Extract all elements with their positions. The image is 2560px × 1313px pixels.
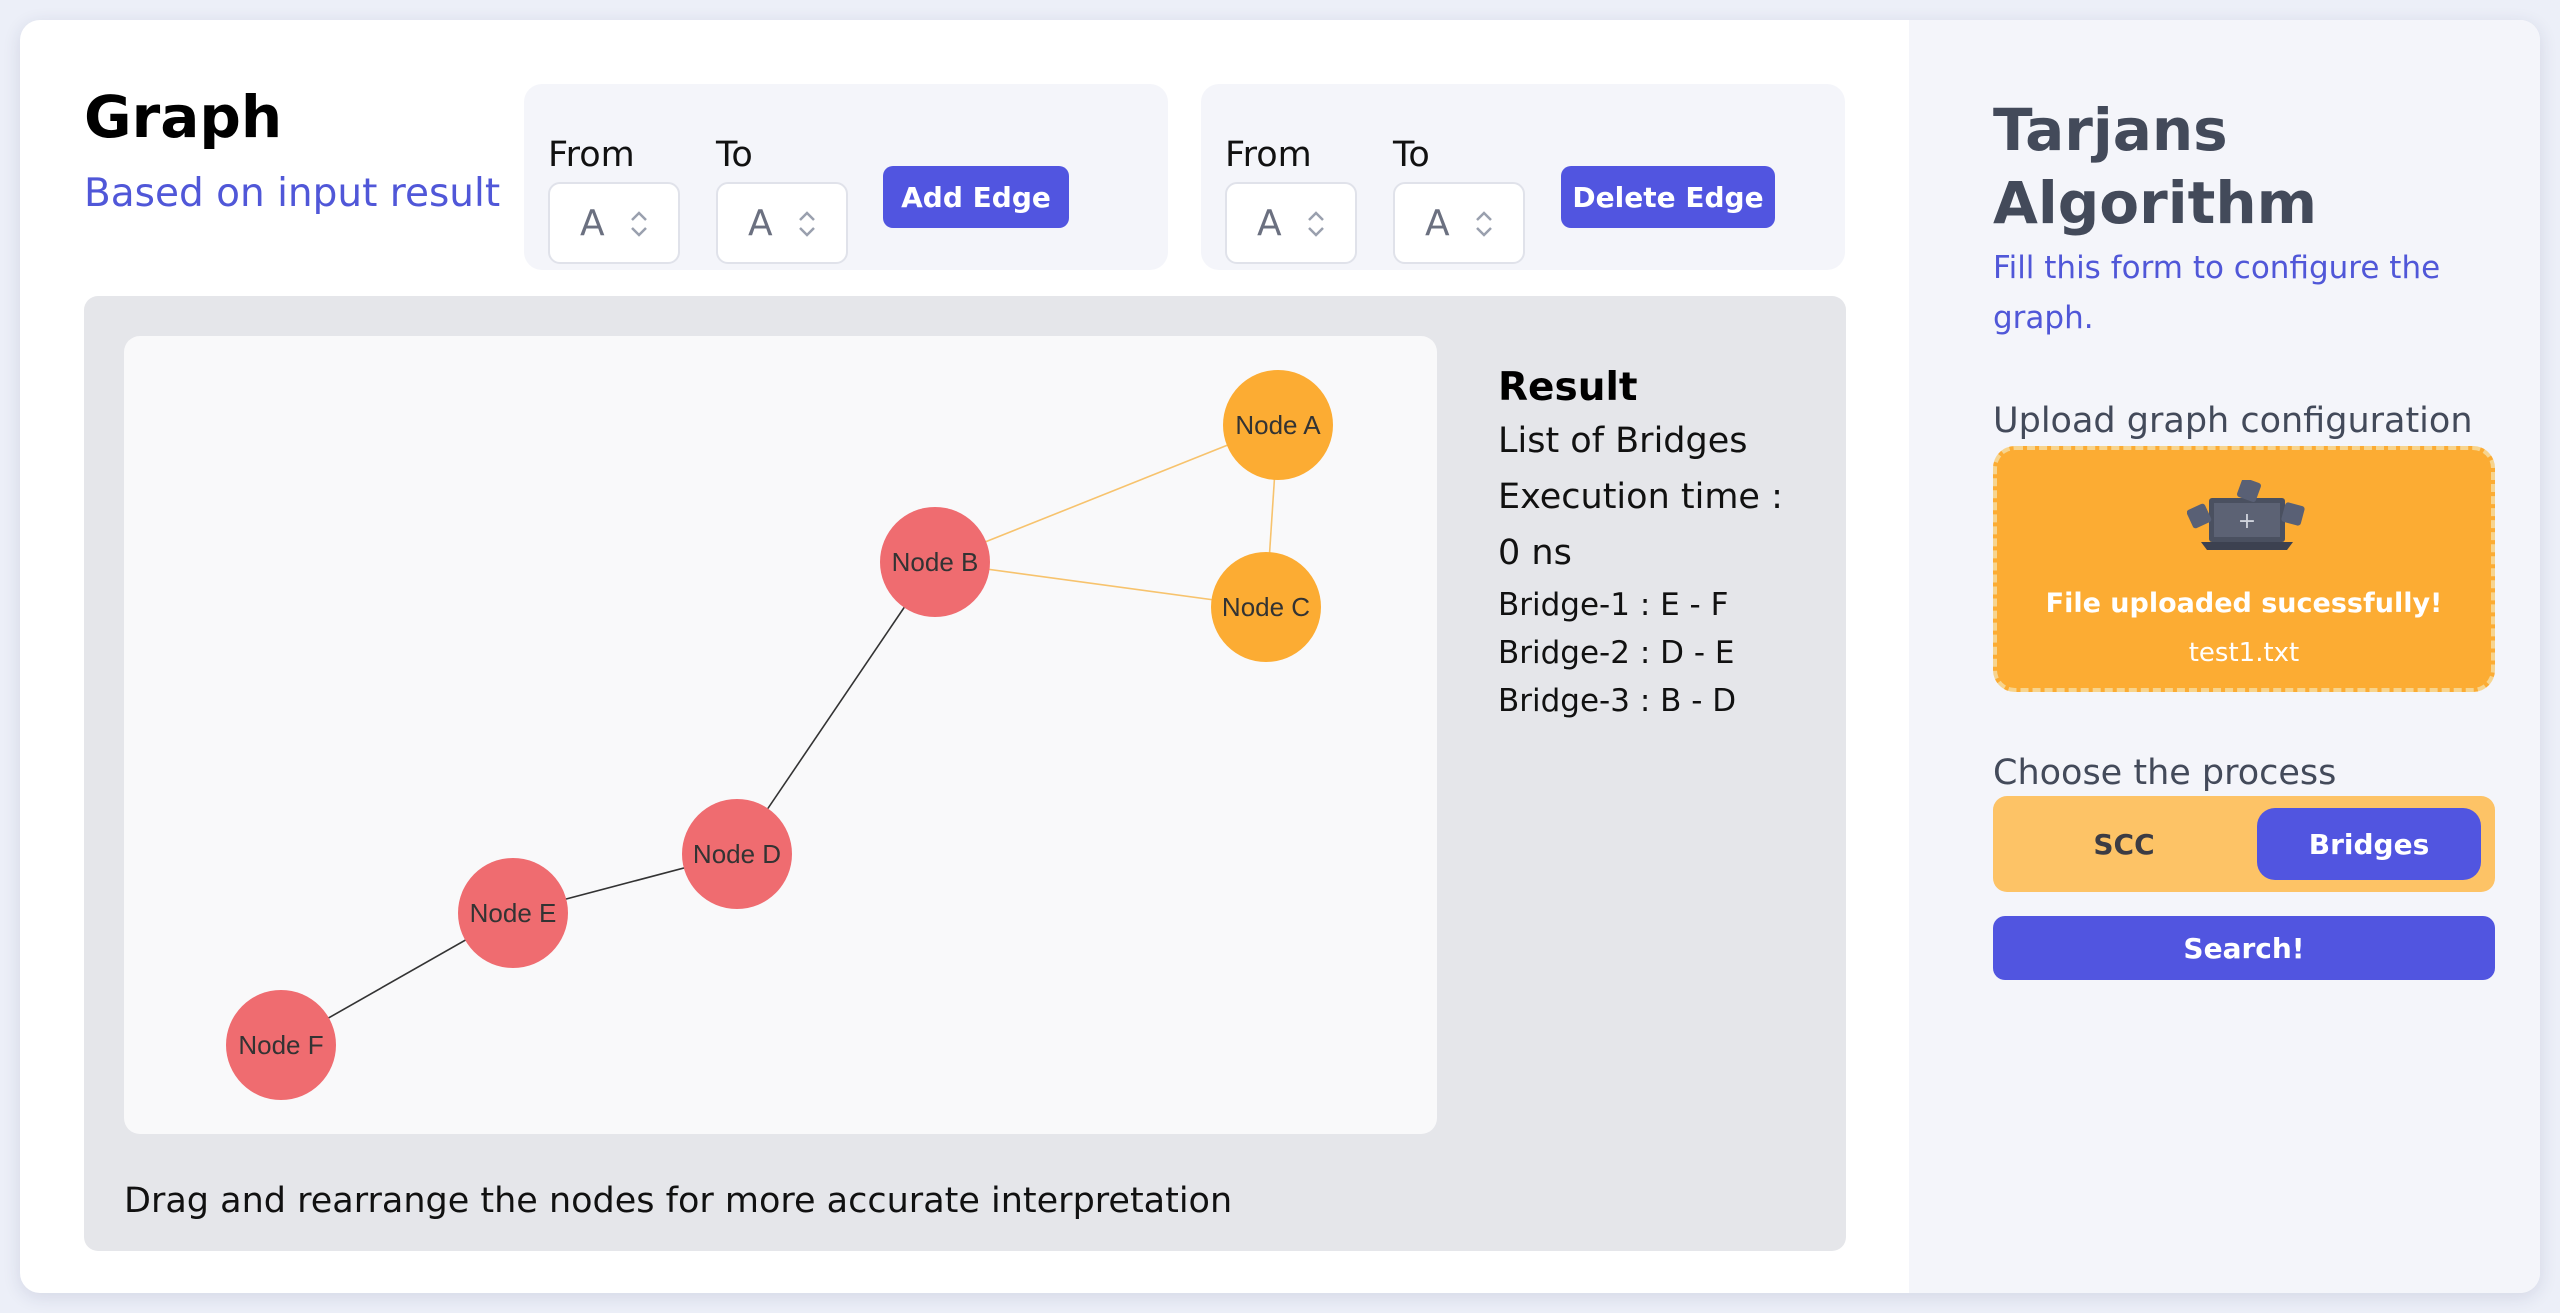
add-edge-button[interactable]: Add Edge — [883, 166, 1069, 228]
execution-time-label: Execution time : — [1498, 477, 1783, 517]
select-chevron-icon — [1476, 211, 1492, 237]
bridge-item: Bridge-1 : E - F — [1498, 587, 1729, 623]
uploaded-filename: test1.txt — [2188, 638, 2300, 668]
add-edge-panel: From To A A Add Edge — [524, 84, 1168, 270]
add-to-select[interactable]: A — [716, 182, 848, 264]
process-label: Choose the process — [1993, 753, 2337, 793]
result-title: Result — [1498, 365, 1638, 410]
delete-to-label: To — [1393, 135, 1430, 175]
bridges-list-title: List of Bridges — [1498, 421, 1748, 461]
page-subtitle: Based on input result — [84, 171, 501, 216]
delete-edge-panel: From To A A Delete Edge — [1201, 84, 1845, 270]
graph-node-label: Node E — [470, 898, 557, 928]
graph-node-e[interactable]: Node E — [458, 858, 568, 968]
delete-from-label: From — [1225, 135, 1312, 175]
add-to-value: A — [748, 203, 773, 244]
add-from-label: From — [548, 135, 635, 175]
upload-dropzone[interactable]: + File uploaded sucessfully! test1.txt — [1993, 446, 2495, 692]
graph-node-a[interactable]: Node A — [1223, 370, 1333, 480]
graph-node-label: Node D — [693, 839, 781, 869]
add-from-select[interactable]: A — [548, 182, 680, 264]
process-toggle: SCC Bridges — [1993, 796, 2495, 892]
process-option-scc[interactable]: SCC — [2009, 808, 2239, 880]
graph-node-c[interactable]: Node C — [1211, 552, 1321, 662]
page-title: Graph — [84, 83, 283, 151]
upload-success-message: File uploaded sucessfully! — [2045, 588, 2443, 619]
graph-node-label: Node F — [238, 1030, 323, 1060]
delete-edge-button[interactable]: Delete Edge — [1561, 166, 1775, 228]
graph-edge-a-b — [934, 424, 1279, 563]
search-button[interactable]: Search! — [1993, 916, 2495, 980]
graph-hint: Drag and rearrange the nodes for more ac… — [124, 1181, 1233, 1221]
graph-canvas[interactable]: Node A Node B Node C Node D Node E Node F — [124, 336, 1437, 1134]
graph-node-label: Node C — [1222, 592, 1310, 622]
select-chevron-icon — [631, 211, 647, 237]
sidebar-title: Tarjans Algorithm — [1993, 96, 2318, 237]
bridge-item: Bridge-2 : D - E — [1498, 635, 1735, 671]
process-option-bridges[interactable]: Bridges — [2257, 808, 2481, 880]
delete-from-select[interactable]: A — [1225, 182, 1357, 264]
select-chevron-icon — [1308, 211, 1324, 237]
config-sidebar: Tarjans Algorithm Fill this form to conf… — [1909, 20, 2540, 1293]
graph-section: Graph Based on input result From To A A … — [20, 20, 1909, 1293]
select-chevron-icon — [799, 211, 815, 237]
graph-svg[interactable]: Node A Node B Node C Node D Node E Node F — [124, 336, 1437, 1134]
graph-node-label: Node B — [892, 547, 979, 577]
upload-label: Upload graph configuration — [1993, 401, 2473, 441]
graph-node-d[interactable]: Node D — [682, 799, 792, 909]
bridge-item: Bridge-3 : B - D — [1498, 683, 1737, 719]
graph-area: Node A Node B Node C Node D Node E Node F Res… — [84, 296, 1846, 1251]
graph-node-f[interactable]: Node F — [226, 990, 336, 1100]
add-to-label: To — [716, 135, 753, 175]
upload-laptop-icon: + — [2187, 480, 2305, 550]
sidebar-subtitle: Fill this form to configure the graph. — [1993, 250, 2441, 336]
execution-time-value: 0 ns — [1498, 533, 1572, 573]
add-from-value: A — [580, 203, 605, 244]
delete-from-value: A — [1257, 203, 1282, 244]
main-card: Graph Based on input result From To A A … — [20, 20, 2540, 1293]
graph-node-b[interactable]: Node B — [880, 507, 990, 617]
graph-node-label: Node A — [1235, 410, 1321, 440]
delete-to-value: A — [1425, 203, 1450, 244]
svg-text:+: + — [2238, 509, 2256, 534]
delete-to-select[interactable]: A — [1393, 182, 1525, 264]
